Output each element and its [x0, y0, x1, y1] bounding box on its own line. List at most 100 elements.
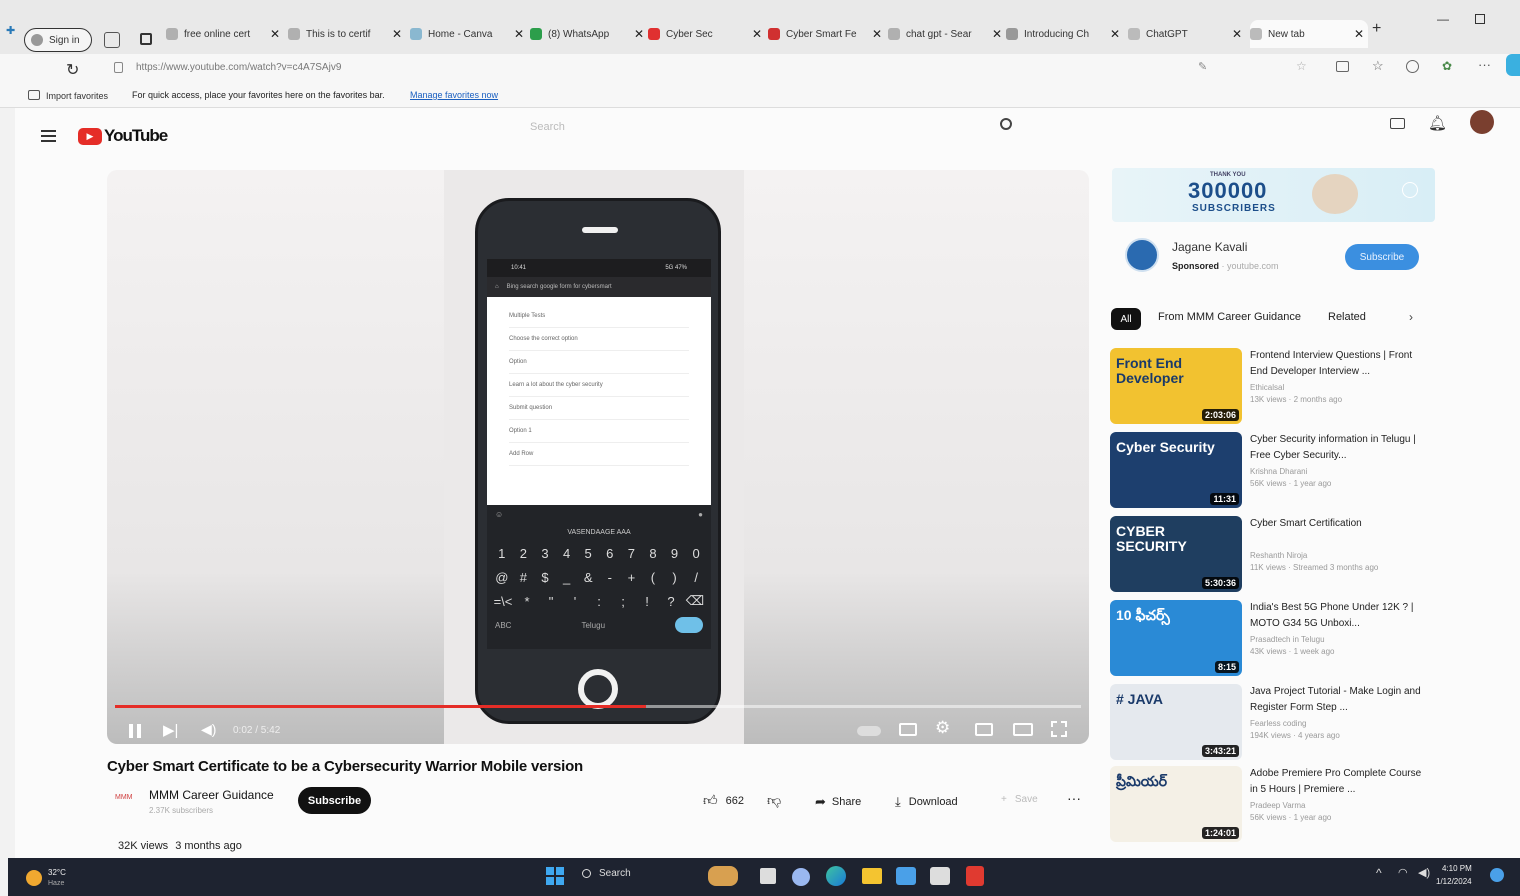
- chip-from-channel[interactable]: From MMM Career Guidance: [1158, 311, 1301, 323]
- browser-tab[interactable]: ChatGPT ✕: [1128, 20, 1246, 48]
- search-icon[interactable]: [1000, 118, 1012, 130]
- chip-related[interactable]: Related: [1328, 311, 1366, 323]
- chips-next-icon[interactable]: ›: [1409, 310, 1413, 324]
- tab-close-icon[interactable]: ✕: [388, 27, 406, 41]
- import-favorites-button[interactable]: Import favorites: [46, 91, 108, 101]
- next-icon[interactable]: ▶|: [163, 721, 178, 739]
- recommendation-channel[interactable]: Reshanth Niroja: [1250, 550, 1430, 562]
- task-view-icon[interactable]: [760, 868, 776, 884]
- recommendation-item[interactable]: ప్రీమియర్ 1:24:01 Adobe Premiere Pro Compl…: [1110, 766, 1440, 846]
- browser-tab[interactable]: chat gpt - Sear ✕: [888, 20, 1006, 48]
- browser-tab[interactable]: Cyber Smart Fe ✕: [768, 20, 886, 48]
- manage-favorites-link[interactable]: Manage favorites now: [410, 90, 498, 100]
- recommendation-thumbnail[interactable]: CYBER SECURITY 5:30:36: [1110, 516, 1242, 592]
- menu-icon[interactable]: [41, 130, 56, 142]
- speaker-icon[interactable]: ◀): [1418, 866, 1430, 879]
- theater-mode-icon[interactable]: [1013, 723, 1033, 736]
- tab-close-icon[interactable]: ✕: [748, 27, 766, 41]
- recommendation-thumbnail[interactable]: # JAVA 3:43:21: [1110, 684, 1242, 760]
- chat-icon[interactable]: [792, 868, 810, 886]
- recommendation-channel[interactable]: Prasadtech in Telugu: [1250, 634, 1430, 646]
- browser-tab[interactable]: New tab ✕: [1250, 20, 1368, 48]
- favorites-icon[interactable]: ☆: [1372, 58, 1384, 74]
- search-input[interactable]: Search: [530, 121, 730, 133]
- recommendation-item[interactable]: Front End Developer 2:03:06 Frontend Inter…: [1110, 348, 1440, 428]
- wifi-icon[interactable]: ◠: [1398, 866, 1408, 879]
- tab-actions-icon[interactable]: [140, 33, 152, 45]
- tab-close-icon[interactable]: ✕: [1228, 27, 1246, 41]
- fullscreen-icon[interactable]: [1051, 721, 1067, 737]
- tab-close-icon[interactable]: ✕: [1106, 27, 1124, 41]
- pause-icon[interactable]: [129, 724, 141, 738]
- workspaces-icon[interactable]: [104, 32, 120, 48]
- channel-avatar[interactable]: MMM: [115, 794, 137, 808]
- recommendation-channel[interactable]: Fearless coding: [1250, 718, 1430, 730]
- copilot-taskbar-icon[interactable]: [708, 866, 738, 886]
- tab-close-icon[interactable]: ✕: [868, 27, 886, 41]
- photos-icon[interactable]: [896, 867, 916, 885]
- ad-info-icon[interactable]: [1402, 182, 1418, 198]
- new-tab-button[interactable]: +: [1372, 20, 1381, 38]
- browser-tab[interactable]: Home - Canva ✕: [410, 20, 528, 48]
- video-player[interactable]: 10:41 5G 47% ⌂ Bing search google form f…: [107, 170, 1089, 744]
- import-favorites-icon[interactable]: [28, 90, 40, 100]
- save-button[interactable]: + Save: [1001, 794, 1038, 805]
- autoplay-toggle[interactable]: [857, 726, 881, 736]
- progress-bar-track[interactable]: [115, 705, 1081, 708]
- recommendation-thumbnail[interactable]: ప్రీమియర్ 1:24:01: [1110, 766, 1242, 842]
- settings-icon[interactable]: ⚙: [935, 718, 950, 738]
- browser-tab[interactable]: free online cert ✕: [166, 20, 284, 48]
- read-aloud-icon[interactable]: ✎: [1198, 60, 1207, 73]
- tab-close-icon[interactable]: ✕: [988, 27, 1006, 41]
- split-screen-icon[interactable]: [1336, 61, 1349, 72]
- edge-icon[interactable]: [826, 866, 846, 886]
- recommendation-title[interactable]: Cyber Security information in Telugu | F…: [1250, 432, 1428, 464]
- recommendation-title[interactable]: India's Best 5G Phone Under 12K ? | MOTO…: [1250, 600, 1428, 632]
- recommendation-channel[interactable]: Ethicalsal: [1250, 382, 1430, 394]
- maximize-button[interactable]: [1475, 14, 1485, 24]
- more-actions-icon[interactable]: ···: [1067, 790, 1081, 806]
- app-icon[interactable]: [930, 867, 950, 885]
- copilot-icon[interactable]: [1506, 54, 1520, 76]
- address-bar[interactable]: https://www.youtube.com/watch?v=c4A7SAjv…: [136, 62, 636, 73]
- ad-subscribe-button[interactable]: Subscribe: [1345, 244, 1419, 270]
- create-icon[interactable]: [1390, 118, 1405, 129]
- ad-channel-avatar[interactable]: [1125, 238, 1159, 272]
- browser-tab[interactable]: (8) WhatsApp ✕: [530, 20, 648, 48]
- recommendation-item[interactable]: # JAVA 3:43:21 Java Project Tutorial - Mak…: [1110, 684, 1440, 764]
- channel-name[interactable]: MMM Career Guidance: [149, 788, 274, 802]
- browser-tab[interactable]: This is to certif ✕: [288, 20, 406, 48]
- volume-icon[interactable]: ◀): [201, 721, 216, 738]
- recommendation-channel[interactable]: Krishna Dharani: [1250, 466, 1430, 478]
- recommendation-title[interactable]: Cyber Smart Certification: [1250, 516, 1428, 532]
- share-button[interactable]: ➦ Share: [815, 794, 861, 810]
- youtube-logo[interactable]: ▶ YouTube: [78, 126, 168, 146]
- notification-center-icon[interactable]: [1490, 868, 1504, 882]
- dislike-button[interactable]: 👎︎: [767, 792, 781, 809]
- notifications-icon[interactable]: 🔔︎: [1428, 114, 1447, 132]
- ad-channel-name[interactable]: Jagane Kavali: [1172, 240, 1247, 254]
- taskbar-search[interactable]: Search: [582, 868, 631, 879]
- browser-tab[interactable]: Introducing Ch ✕: [1006, 20, 1124, 48]
- weather-icon[interactable]: [26, 870, 42, 886]
- download-button[interactable]: ⤓ Download: [895, 794, 958, 810]
- sidebar-toggle-icon[interactable]: ✚: [6, 24, 18, 37]
- sign-in-button[interactable]: Sign in: [24, 28, 92, 52]
- tab-close-icon[interactable]: ✕: [1350, 27, 1368, 41]
- ad-banner[interactable]: THANK YOU 300000 SUBSCRIBERS: [1112, 168, 1435, 222]
- subscribe-button[interactable]: Subscribe: [298, 787, 371, 814]
- tab-close-icon[interactable]: ✕: [266, 27, 284, 41]
- clock-date[interactable]: 1/12/2024: [1436, 877, 1472, 886]
- refresh-icon[interactable]: ↻: [66, 60, 79, 80]
- favorite-star-icon[interactable]: ☆: [1296, 59, 1307, 73]
- recommendation-title[interactable]: Adobe Premiere Pro Complete Course in 5 …: [1250, 766, 1428, 798]
- recommendation-thumbnail[interactable]: 10 ఫీచర్స్ 8:15: [1110, 600, 1242, 676]
- browser-tab[interactable]: Cyber Sec ✕: [648, 20, 766, 48]
- clock-time[interactable]: 4:10 PM: [1442, 864, 1472, 873]
- recommendation-item[interactable]: CYBER SECURITY 5:30:36 Cyber Smart Certifi…: [1110, 516, 1440, 596]
- recommendation-item[interactable]: 10 ఫీచర్స్ 8:15 India's Best 5G Phone Unde…: [1110, 600, 1440, 680]
- minimize-button[interactable]: —: [1437, 12, 1449, 26]
- subtitles-icon[interactable]: [899, 723, 917, 736]
- like-button[interactable]: 👍︎ 662: [703, 792, 744, 809]
- chip-all[interactable]: All: [1111, 308, 1141, 330]
